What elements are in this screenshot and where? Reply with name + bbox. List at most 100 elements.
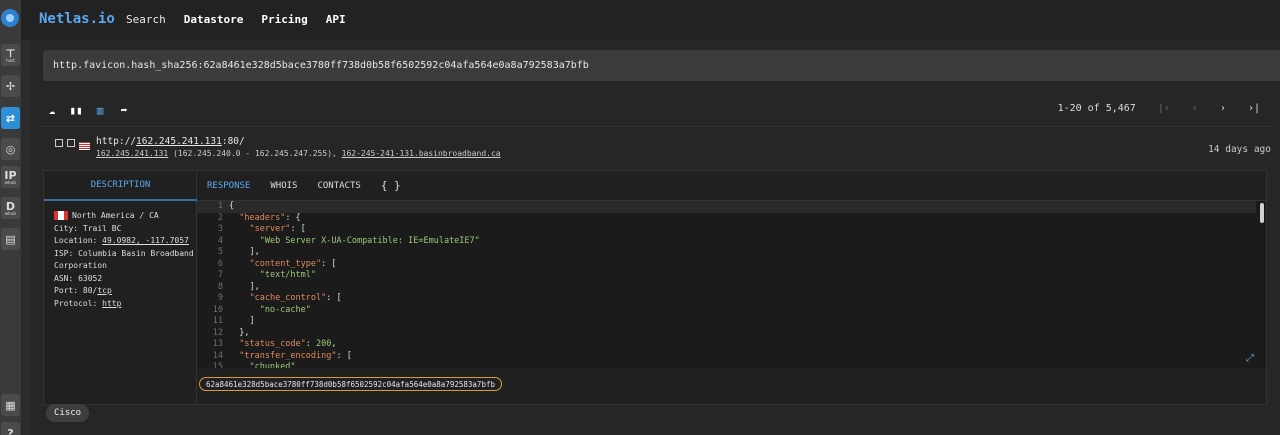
line-number: 2 xyxy=(217,212,223,223)
line-number: 8 xyxy=(217,281,223,292)
code-line: "cache_control": [ xyxy=(249,293,342,303)
port: Port: 80/tcp xyxy=(54,285,194,298)
code-line: "Web Server X-UA-Compatible: IE=EmulateI… xyxy=(259,235,480,246)
code-line: }, xyxy=(229,327,250,338)
url-suffix: :80/ xyxy=(221,136,245,147)
location-label: Location: xyxy=(54,236,103,245)
json-viewer[interactable]: 1 2 3 4 5 6 7 8 9 10 11 12 13 14 15 { "headers": { "se… xyxy=(197,201,1266,368)
tab-description[interactable]: DESCRIPTION xyxy=(44,171,197,201)
line-number: 12 xyxy=(212,327,223,338)
result-card: http://162.245.241.131:80/ 162.245.241.1… xyxy=(41,128,1280,411)
port-label: Port: 80/ xyxy=(54,286,98,295)
line-number: 5 xyxy=(217,247,223,257)
canada-flag-icon xyxy=(54,211,68,220)
netlas-logo-icon[interactable] xyxy=(1,9,19,27)
line-number: 7 xyxy=(217,270,223,280)
brand[interactable]: Netlas.io xyxy=(39,11,115,27)
line-number: 10 xyxy=(212,304,223,315)
line-number: 1 xyxy=(217,201,223,211)
download-icon[interactable]: ☁ xyxy=(45,104,59,117)
scrollbar[interactable] xyxy=(1260,203,1264,223)
code-line: "transfer_encoding": [ xyxy=(239,350,352,361)
line-number: 14 xyxy=(212,350,223,361)
location-value[interactable]: 49.0982, -117.7057 xyxy=(102,236,189,245)
tab-raw-json[interactable]: { } xyxy=(381,179,401,192)
top-nav: Netlas.io Search Datastore Pricing API xyxy=(21,0,1280,40)
result-age: 14 days ago xyxy=(1208,144,1271,155)
ip-whois-icon[interactable]: IP whois xyxy=(1,166,20,188)
pager: 1-20 of 5,467 |‹ ‹ › ›| xyxy=(1058,103,1260,114)
url-prefix: http:// xyxy=(96,136,137,147)
sub-host[interactable]: 162-245-241-131.basinbroadband.ca xyxy=(342,149,501,158)
sub-range: (162.245.240.0 - 162.245.247.255), xyxy=(168,149,342,158)
tab-whois[interactable]: WHOIS xyxy=(270,181,297,191)
nav-pricing[interactable]: Pricing xyxy=(261,13,307,26)
line-number: 15 xyxy=(212,362,223,368)
host-icon[interactable]: ⊤ host xyxy=(1,44,20,66)
us-flag-icon xyxy=(79,142,90,150)
result-panel: DESCRIPTION North America / CA City: Tra… xyxy=(43,170,1267,405)
code-line: "server": [ xyxy=(249,224,306,234)
table-icon[interactable]: ▦ xyxy=(1,394,20,416)
code-line: "content_type": [ xyxy=(249,258,337,269)
asn: ASN: 63052 xyxy=(54,273,103,283)
line-number: 3 xyxy=(217,224,223,234)
nav-links: Search Datastore Pricing API xyxy=(126,13,346,26)
code-line: ], xyxy=(229,281,260,292)
code-line: ] xyxy=(229,316,255,326)
left-rail: ⊤ host ✢ ⇄ ◎ IP whois Dwhois ▤ ▦ ? xyxy=(0,0,21,435)
graph-icon[interactable]: ✢ xyxy=(1,75,20,97)
line-number: 11 xyxy=(212,316,223,326)
code-line: "headers": { xyxy=(239,212,301,223)
port-proto[interactable]: tcp xyxy=(97,286,111,295)
code-line: "text/html" xyxy=(259,270,317,280)
code-line: "status_code": 200, xyxy=(239,339,337,349)
result-subline: 162.245.241.131 (162.245.240.0 - 162.245… xyxy=(96,149,501,158)
description-column: DESCRIPTION North America / CA City: Tra… xyxy=(44,171,197,404)
url-ip[interactable]: 162.245.241.131 xyxy=(136,136,222,147)
columns-icon[interactable]: ▥ xyxy=(93,104,107,117)
tab-contacts[interactable]: CONTACTS xyxy=(317,181,360,191)
tag-chip[interactable]: Cisco xyxy=(46,404,90,422)
open-external-icon[interactable] xyxy=(67,139,75,147)
first-page-icon[interactable]: |‹ xyxy=(1158,103,1170,114)
nav-api[interactable]: API xyxy=(326,13,346,26)
sub-ip[interactable]: 162.245.241.131 xyxy=(96,149,168,158)
line-number: 4 xyxy=(217,235,223,246)
last-page-icon[interactable]: ›| xyxy=(1248,103,1260,114)
hash-pill[interactable]: 62a8461e328d5bace3780ff738d0b58f6502592c… xyxy=(199,377,502,391)
pager-range: 1-20 of 5,467 xyxy=(1057,103,1136,114)
line-number: 9 xyxy=(217,293,223,303)
stats-icon[interactable]: ▮▮ xyxy=(69,104,83,117)
prev-page-icon[interactable]: ‹ xyxy=(1192,103,1198,114)
region: North America / CA xyxy=(72,211,159,220)
line-number: 6 xyxy=(217,258,223,269)
line-number: 13 xyxy=(212,339,223,349)
share-icon[interactable]: ➦ xyxy=(117,104,131,117)
domain-whois-icon[interactable]: Dwhois xyxy=(1,197,20,219)
result-url[interactable]: http://162.245.241.131:80/ xyxy=(96,136,501,147)
results-toolbar: ☁ ▮▮ ▥ ➦ xyxy=(45,104,131,117)
dns-globe-icon[interactable]: ◎ xyxy=(1,138,20,160)
next-page-icon[interactable]: › xyxy=(1220,103,1226,114)
copy-icon[interactable] xyxy=(55,139,63,147)
main-area: http.favicon.hash_sha256:62a8461e328d5ba… xyxy=(31,40,1280,435)
nav-datastore[interactable]: Datastore xyxy=(184,13,244,26)
file-icon[interactable]: ▤ xyxy=(1,228,20,250)
tab-response[interactable]: RESPONSE xyxy=(207,181,250,191)
search-input[interactable]: http.favicon.hash_sha256:62a8461e328d5ba… xyxy=(43,50,1280,81)
nav-search[interactable]: Search xyxy=(126,13,166,26)
code-lines: { "headers": { "server": [ "Web Server X… xyxy=(229,201,1256,368)
code-line: ], xyxy=(229,247,260,257)
result-header: http://162.245.241.131:80/ 162.245.241.1… xyxy=(55,136,501,158)
expand-icon[interactable]: ⤢ xyxy=(1246,353,1254,365)
protocol-label: Protocol: xyxy=(54,298,103,308)
code-line: { xyxy=(229,201,235,211)
help-icon[interactable]: ? xyxy=(1,422,20,435)
protocol-value[interactable]: http xyxy=(102,299,121,308)
line-numbers: 1 2 3 4 5 6 7 8 9 10 11 12 13 14 15 xyxy=(197,201,227,368)
code-line: "no-cache" xyxy=(259,304,311,315)
description-info: North America / CA City: Trail BC Locati… xyxy=(54,210,194,310)
search-results-icon[interactable]: ⇄ xyxy=(1,107,20,129)
protocol: Protocol: http xyxy=(54,298,194,311)
